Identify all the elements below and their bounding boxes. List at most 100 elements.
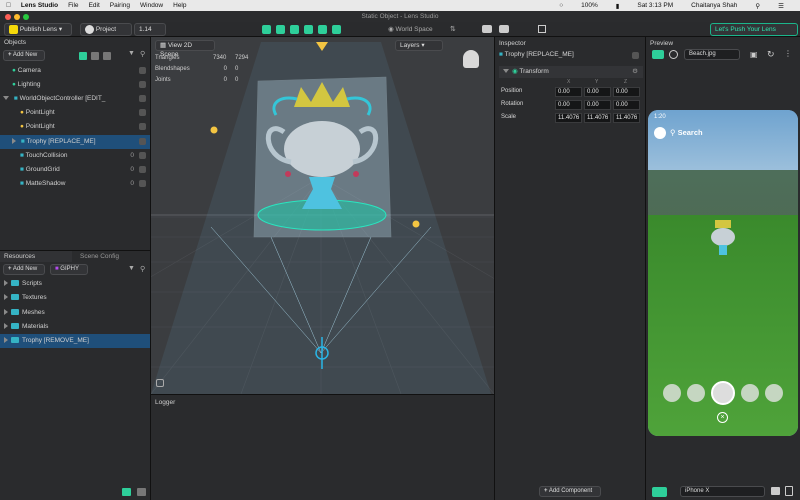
transform-header[interactable]: ◉ Transform ⚙ [499, 66, 643, 78]
expand-icon[interactable] [3, 96, 9, 101]
layers-dropdown[interactable]: Layers ▾ [395, 40, 443, 51]
position-y-field[interactable]: 0.00 [584, 87, 611, 97]
user-name[interactable]: Chaitanya Shah [691, 2, 737, 9]
resource-trophy[interactable]: Trophy [REMOVE_ME] [0, 334, 150, 348]
world-space-dropdown[interactable]: ◉ World Space [388, 25, 433, 33]
list-view-icon[interactable] [79, 52, 87, 60]
giphy-button[interactable]: ■ GIPHY [50, 264, 88, 275]
add-component-button[interactable]: + Add Component [539, 486, 601, 497]
send-to-snapchat-icon[interactable] [499, 25, 509, 33]
battery-icon[interactable]: ▮ [616, 2, 620, 10]
resources-tab[interactable]: Resources [0, 251, 72, 262]
objects-add-new-button[interactable]: + Add New [3, 50, 45, 61]
resource-materials[interactable]: Materials [0, 320, 150, 334]
scene-config-tab[interactable]: Scene Config [76, 251, 119, 262]
preview-image-dropdown[interactable]: Beach.jpg [684, 49, 740, 60]
reset-icon[interactable]: ↻ [767, 49, 775, 60]
device-dropdown[interactable]: iPhone X [680, 486, 765, 497]
object-trophy[interactable]: ■ Trophy [REPLACE_ME] [0, 135, 150, 149]
phone-search[interactable]: ⚲ Search [670, 128, 703, 137]
scale-z-field[interactable]: 11.4076 [613, 113, 640, 123]
gear-icon[interactable]: ⚙ [632, 66, 638, 78]
menu-pairing[interactable]: Pairing [110, 2, 130, 9]
close-lens-icon[interactable]: × [717, 412, 728, 423]
position-x-field[interactable]: 0.00 [555, 87, 582, 97]
phone-icon[interactable] [785, 486, 793, 496]
scale-y-field[interactable]: 11.4076 [584, 113, 611, 123]
search-icon[interactable]: ⚲ [140, 50, 145, 58]
object-groundgrid[interactable]: ■ GroundGrid 0 [0, 163, 150, 177]
zoom-window-icon[interactable] [23, 14, 29, 20]
app-menu[interactable]: Lens Studio [21, 2, 58, 9]
resources-add-new-button[interactable]: + Add New [3, 264, 45, 275]
grid-view-icon[interactable] [137, 488, 146, 496]
phone-preview[interactable]: 1:20 ⚲ Search × [648, 110, 798, 436]
capture-button[interactable] [711, 381, 735, 405]
pointlight-gizmo[interactable] [412, 220, 420, 228]
resource-scripts[interactable]: Scripts [0, 277, 150, 291]
hand-tool-icon[interactable] [262, 25, 271, 34]
object-pointlight-1[interactable]: ● PointLight [0, 106, 150, 120]
minimize-window-icon[interactable] [14, 14, 20, 20]
expand-icon[interactable] [12, 138, 16, 145]
scale-x-field[interactable]: 11.4076 [555, 113, 582, 123]
camera-filter-icon[interactable] [103, 52, 111, 60]
pair-device-icon[interactable] [482, 25, 492, 33]
ghost-icon[interactable] [463, 50, 479, 68]
menu-list-icon[interactable]: ☰ [778, 2, 784, 10]
image-source-icon[interactable] [652, 50, 664, 59]
menu-help[interactable]: Help [173, 2, 186, 9]
project-info-button[interactable]: Project Info [80, 23, 132, 44]
lens-carousel-item[interactable] [687, 384, 705, 402]
publish-lens-button[interactable]: Publish Lens ▾ [4, 23, 72, 36]
bitmoji-icon[interactable] [654, 127, 666, 139]
resource-meshes[interactable]: Meshes [0, 306, 150, 320]
lens-carousel-item[interactable] [765, 384, 783, 402]
scale-tool-icon[interactable] [304, 25, 313, 34]
rotation-z-field[interactable]: 0.00 [613, 100, 640, 110]
external-preview-icon[interactable] [538, 25, 546, 33]
list-view-icon[interactable] [122, 488, 131, 496]
close-window-icon[interactable] [5, 14, 11, 20]
object-worldobjectcontroller[interactable]: ■ WorldObjectController [EDIT_ [0, 92, 150, 106]
clock[interactable]: Sat 3:13 PM [637, 2, 673, 9]
device-toggle-icon[interactable] [652, 487, 667, 497]
wifi-icon[interactable]: ○ [559, 2, 563, 9]
scene-viewport[interactable]: ▦ View 2D Scene Layers ▾ Triangles 7340 72… [151, 37, 494, 394]
snap-icon [9, 24, 18, 34]
rotation-y-field[interactable]: 0.00 [584, 100, 611, 110]
pointlight-gizmo[interactable] [210, 126, 218, 134]
rect-tool-icon[interactable] [318, 25, 327, 34]
object-touchcollision[interactable]: ■ TouchCollision 0 [0, 149, 150, 163]
apple-icon[interactable]:  [6, 2, 11, 9]
align-icon[interactable]: ⇅ [450, 25, 456, 33]
search-icon[interactable]: ⚲ [140, 265, 145, 273]
layers-icon[interactable] [91, 52, 99, 60]
lens-carousel-item[interactable] [741, 384, 759, 402]
enable-toggle[interactable] [632, 52, 639, 59]
rotation-x-field[interactable]: 0.00 [555, 100, 582, 110]
filter-icon[interactable]: ▼ [128, 50, 135, 57]
rotate-tool-icon[interactable] [290, 25, 299, 34]
copy-icon[interactable] [156, 379, 164, 387]
lens-carousel-item[interactable] [663, 384, 681, 402]
object-camera[interactable]: ● Camera [0, 64, 150, 78]
filter-icon[interactable]: ▼ [128, 265, 135, 272]
object-matteshadow[interactable]: ■ MatteShadow 0 [0, 177, 150, 191]
screenshot-icon[interactable]: ▣ [750, 50, 758, 59]
search-icon[interactable]: ⚲ [755, 2, 760, 10]
video-icon[interactable] [771, 487, 780, 495]
resource-textures[interactable]: Textures [0, 291, 150, 305]
object-lighting[interactable]: ● Lighting [0, 78, 150, 92]
more-options-icon[interactable]: ⋮ [784, 49, 792, 58]
object-pointlight-2[interactable]: ● PointLight [0, 120, 150, 134]
view-2d-scene-button[interactable]: ▦ View 2D Scene [155, 40, 215, 58]
menu-window[interactable]: Window [140, 2, 163, 9]
menu-file[interactable]: File [68, 2, 78, 9]
move-tool-icon[interactable] [276, 25, 285, 34]
position-z-field[interactable]: 0.00 [613, 87, 640, 97]
lets-push-button[interactable]: Let's Push Your Lens [710, 23, 798, 36]
camera-source-icon[interactable] [669, 50, 678, 59]
pivot-tool-icon[interactable] [332, 25, 341, 34]
menu-edit[interactable]: Edit [89, 2, 100, 9]
